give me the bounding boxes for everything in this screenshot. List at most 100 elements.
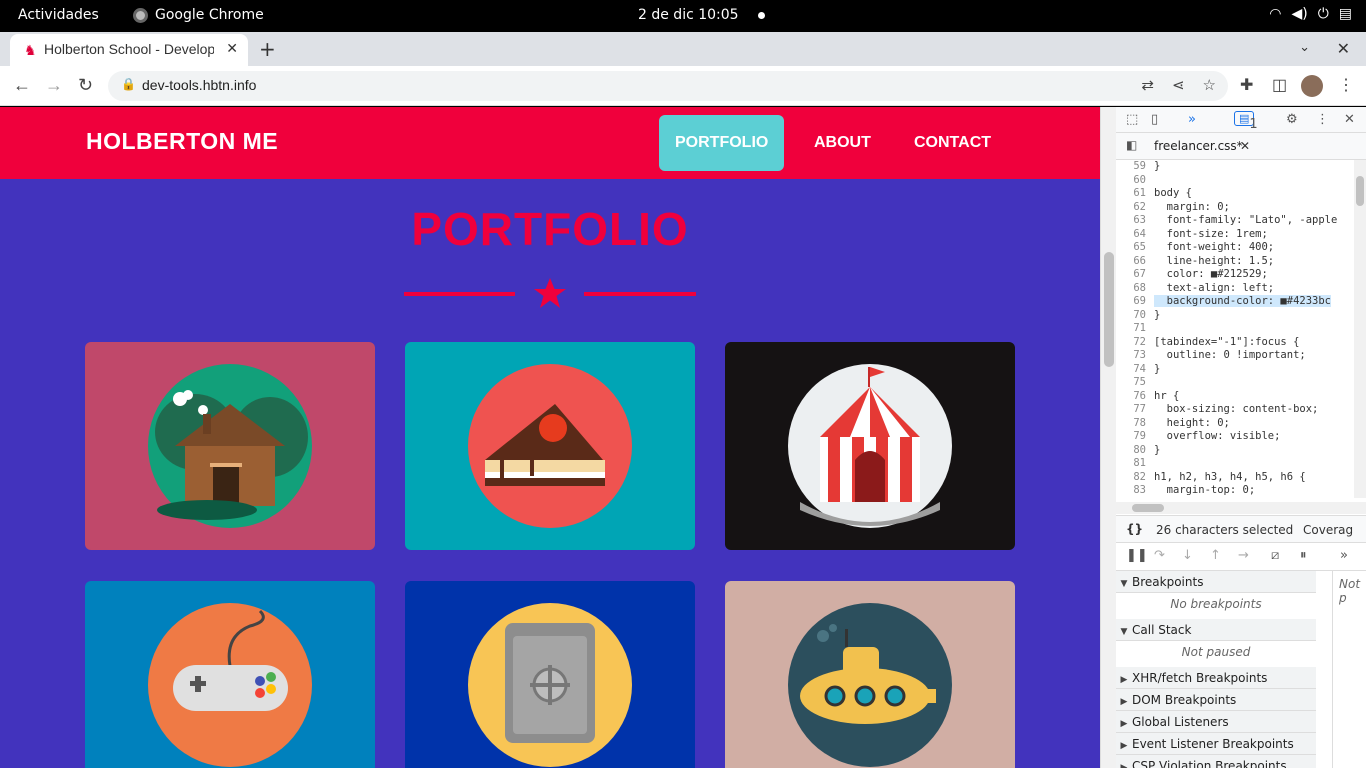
line-number[interactable]: 79 xyxy=(1116,430,1154,444)
section-header[interactable]: ▶ XHR/fetch Breakpoints xyxy=(1116,667,1316,689)
code-line[interactable]: 59} xyxy=(1116,160,1354,174)
code-line[interactable]: 71 xyxy=(1116,322,1354,336)
line-number[interactable]: 68 xyxy=(1116,282,1154,296)
extensions-icon[interactable]: ✚ xyxy=(1240,75,1253,95)
code-line[interactable]: 81 xyxy=(1116,457,1354,471)
code-line[interactable]: 78 height: 0; xyxy=(1116,417,1354,431)
code-line[interactable]: 84 margin-bottom: 0.5rem; xyxy=(1116,498,1354,499)
section-header[interactable]: ▶ Global Listeners xyxy=(1116,711,1316,733)
code-horizontal-scrollbar[interactable] xyxy=(1116,502,1366,514)
section-header[interactable]: ▶ DOM Breakpoints xyxy=(1116,689,1316,711)
line-number[interactable]: 63 xyxy=(1116,214,1154,228)
translate-icon[interactable]: ⇄ xyxy=(1141,76,1154,94)
messages-badge[interactable]: ▤ 1 xyxy=(1234,111,1258,132)
tab-search-chevron-icon[interactable]: ⌄ xyxy=(1299,40,1310,55)
line-number[interactable]: 76 xyxy=(1116,390,1154,404)
code-line[interactable]: 67 color: ■#212529; xyxy=(1116,268,1354,282)
code-line[interactable]: 62 margin: 0; xyxy=(1116,201,1354,215)
code-line[interactable]: 80} xyxy=(1116,444,1354,458)
close-file-tab-icon[interactable]: ✕ xyxy=(1240,139,1250,153)
step-over-icon[interactable]: ↷ xyxy=(1154,548,1165,563)
menu-kebab-icon[interactable]: ⋮ xyxy=(1338,75,1354,95)
line-number[interactable]: 69 xyxy=(1116,295,1154,309)
portfolio-item-circus[interactable] xyxy=(725,342,1015,550)
line-number[interactable]: 75 xyxy=(1116,376,1154,390)
nav-about[interactable]: ABOUT xyxy=(798,115,887,171)
address-bar[interactable]: 🔒 dev-tools.hbtn.info ⇄ ⋖ ☆ xyxy=(108,71,1228,101)
deactivate-breakpoints-icon[interactable]: ⧄ xyxy=(1271,548,1279,563)
new-tab-button[interactable]: + xyxy=(259,37,276,61)
inspect-element-icon[interactable]: ⬚ xyxy=(1126,112,1138,127)
clock[interactable]: 2 de dic 10:05 xyxy=(638,7,739,23)
expand-sidebar-icon[interactable]: » xyxy=(1340,548,1348,563)
file-tab-freelancer-css[interactable]: freelancer.css* xyxy=(1154,139,1243,153)
line-number[interactable]: 77 xyxy=(1116,403,1154,417)
section-header[interactable]: ▼ Breakpoints xyxy=(1116,571,1316,593)
step-into-icon[interactable]: ↓ xyxy=(1182,548,1193,563)
url-text[interactable]: dev-tools.hbtn.info xyxy=(142,77,256,93)
code-line[interactable]: 76 hr { xyxy=(1116,390,1354,404)
nav-contact[interactable]: CONTACT xyxy=(898,115,1007,171)
code-line[interactable]: 61 body { xyxy=(1116,187,1354,201)
toggle-navigator-icon[interactable]: ◧ xyxy=(1126,138,1137,152)
nav-portfolio[interactable]: PORTFOLIO xyxy=(659,115,785,171)
line-number[interactable]: 72 xyxy=(1116,336,1154,350)
line-number[interactable]: 82 xyxy=(1116,471,1154,485)
step-out-icon[interactable]: ↑ xyxy=(1210,548,1221,563)
line-number[interactable]: 80 xyxy=(1116,444,1154,458)
browser-tab[interactable]: ♞ Holberton School - Developer ✕ xyxy=(10,34,248,66)
activities-button[interactable]: Actividades xyxy=(18,7,99,23)
close-tab-icon[interactable]: ✕ xyxy=(226,40,238,57)
pause-on-exceptions-icon[interactable]: ⏸ xyxy=(1300,548,1307,563)
bookmark-star-icon[interactable]: ☆ xyxy=(1203,76,1216,94)
code-line[interactable]: 66 line-height: 1.5; xyxy=(1116,255,1354,269)
code-line[interactable]: 74} xyxy=(1116,363,1354,377)
portfolio-item-submarine[interactable] xyxy=(725,581,1015,768)
lock-icon[interactable]: 🔒 xyxy=(121,77,136,91)
site-brand[interactable]: HOLBERTON ME xyxy=(86,128,278,155)
code-hscroll-thumb[interactable] xyxy=(1132,504,1164,512)
portfolio-item-safe[interactable] xyxy=(405,581,695,768)
code-line[interactable]: 60 xyxy=(1116,174,1354,188)
pretty-print-button[interactable]: {} xyxy=(1126,522,1143,536)
line-number[interactable]: 67 xyxy=(1116,268,1154,282)
line-number[interactable]: 71 xyxy=(1116,322,1154,336)
line-number[interactable]: 65 xyxy=(1116,241,1154,255)
profile-avatar[interactable] xyxy=(1301,75,1323,97)
section-header[interactable]: ▶ CSP Violation Breakpoints xyxy=(1116,755,1316,768)
more-tabs-icon[interactable]: » xyxy=(1188,112,1196,127)
system-tray[interactable]: ◠ ◀) ⏻ ▤ xyxy=(1269,6,1352,22)
line-number[interactable]: 81 xyxy=(1116,457,1154,471)
forward-icon[interactable]: → xyxy=(45,75,63,96)
side-panel-icon[interactable]: ◫ xyxy=(1272,75,1287,95)
code-line[interactable]: 70} xyxy=(1116,309,1354,323)
settings-gear-icon[interactable]: ⚙ xyxy=(1286,112,1298,127)
line-number[interactable]: 83 xyxy=(1116,484,1154,498)
line-number[interactable]: 60 xyxy=(1116,174,1154,188)
device-toggle-icon[interactable]: ▯ xyxy=(1151,112,1158,127)
step-icon[interactable]: → xyxy=(1238,548,1249,563)
reload-icon[interactable]: ↻ xyxy=(78,75,93,96)
page-scrollbar[interactable] xyxy=(1100,107,1116,768)
code-line[interactable]: 79 overflow: visible; xyxy=(1116,430,1354,444)
line-number[interactable]: 64 xyxy=(1116,228,1154,242)
pause-icon[interactable]: ❚❚ xyxy=(1126,548,1148,563)
code-line[interactable]: 83 margin-top: 0; xyxy=(1116,484,1354,498)
line-number[interactable]: 59 xyxy=(1116,160,1154,174)
portfolio-item-cake[interactable] xyxy=(405,342,695,550)
devtools-menu-icon[interactable]: ⋮ xyxy=(1316,112,1329,127)
code-line[interactable]: 69 background-color: ■#4233bc xyxy=(1116,295,1354,309)
code-line[interactable]: 75 xyxy=(1116,376,1354,390)
scrollbar-thumb[interactable] xyxy=(1104,252,1114,367)
code-line[interactable]: 72 [tabindex="-1"]:focus { xyxy=(1116,336,1354,350)
code-line[interactable]: 68 text-align: left; xyxy=(1116,282,1354,296)
code-vscroll-thumb[interactable] xyxy=(1356,176,1364,206)
line-number[interactable]: 84 xyxy=(1116,498,1154,499)
share-icon[interactable]: ⋖ xyxy=(1172,76,1185,94)
code-line[interactable]: 82 h1, h2, h3, h4, h5, h6 { xyxy=(1116,471,1354,485)
code-line[interactable]: 77 box-sizing: content-box; xyxy=(1116,403,1354,417)
code-editor[interactable]: 59} 60 61 body {62 margin: 0; 63 font-family… xyxy=(1116,160,1354,498)
line-number[interactable]: 66 xyxy=(1116,255,1154,269)
line-number[interactable]: 62 xyxy=(1116,201,1154,215)
coverage-label[interactable]: Coverag xyxy=(1303,523,1353,537)
